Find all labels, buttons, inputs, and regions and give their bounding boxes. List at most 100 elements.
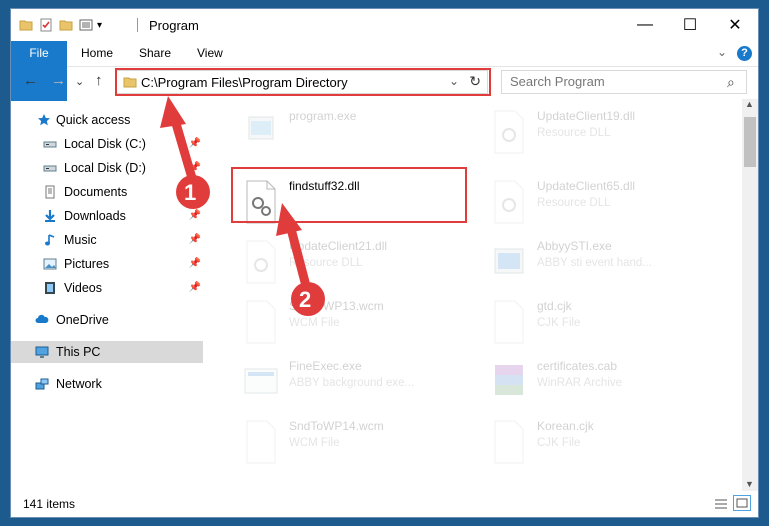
pin-icon: 📌 <box>188 162 201 173</box>
file-item[interactable]: FineExec.exe ABBY background exe... <box>231 349 476 409</box>
sidebar-item-quick-access[interactable]: Quick access <box>11 109 203 131</box>
file-type: ABBY background exe... <box>289 377 415 389</box>
scroll-down-icon[interactable]: ▼ <box>745 479 754 489</box>
file-name: SndToWP14.wcm <box>289 419 384 433</box>
file-type: WCM File <box>289 317 340 329</box>
network-icon <box>35 378 49 390</box>
forward-button[interactable]: → <box>51 72 66 89</box>
videos-icon <box>45 282 55 294</box>
file-type: WCM File <box>289 437 340 449</box>
file-item[interactable]: program.exe <box>231 99 476 159</box>
file-icon <box>494 300 524 344</box>
sidebar-item-music[interactable]: Music 📌 <box>11 229 203 251</box>
dll-icon <box>246 240 276 284</box>
help-icon[interactable]: ? <box>737 46 752 61</box>
sidebar-item-network[interactable]: Network <box>11 373 203 395</box>
drive-icon <box>43 141 57 148</box>
step-1-label: 1 <box>184 180 197 205</box>
file-type: CJK File <box>537 437 581 449</box>
navigation-pane: Quick access Local Disk (C:) 📌 Local Dis… <box>11 99 207 484</box>
file-name: UpdateClient19.dll <box>537 109 636 123</box>
tab-home[interactable]: Home <box>67 41 127 66</box>
sidebar-item-documents[interactable]: Documents 📌 <box>11 181 203 203</box>
file-name: FineExec.exe <box>289 359 362 373</box>
sidebar-item-videos[interactable]: Videos 📌 <box>11 277 203 299</box>
file-name: UpdateClient65.dll <box>537 179 636 193</box>
file-name: gtd.cjk <box>537 299 572 313</box>
quick-access-toolbar: ▾ <box>19 17 102 33</box>
properties-icon[interactable] <box>39 18 53 32</box>
pictures-icon <box>43 258 57 270</box>
sidebar-item-label: Network <box>56 377 102 391</box>
sidebar-item-onedrive[interactable]: OneDrive <box>11 309 203 331</box>
sidebar-item-label: Local Disk (C:) <box>64 137 146 151</box>
dll-icon <box>494 180 524 224</box>
vertical-scrollbar[interactable]: ▲ ▼ <box>742 99 758 491</box>
file-item[interactable]: gtd.cjk CJK File <box>479 289 724 349</box>
close-button[interactable]: ✕ <box>712 9 758 41</box>
recent-locations-button[interactable]: ⌄ <box>75 75 84 88</box>
sidebar-item-label: Music <box>64 233 97 247</box>
sidebar-item-label: Downloads <box>64 209 126 223</box>
details-view-icon[interactable] <box>713 497 729 511</box>
file-type: WinRAR Archive <box>537 377 622 389</box>
file-name: certificates.cab <box>537 359 618 373</box>
file-item[interactable]: SndToWP13.wcm WCM File <box>231 289 476 349</box>
item-count: 141 items <box>23 497 76 511</box>
tab-share[interactable]: Share <box>125 41 185 66</box>
sidebar-item-local-disk-c[interactable]: Local Disk (C:) 📌 <box>11 133 203 155</box>
back-button[interactable]: ← <box>23 72 38 89</box>
file-item[interactable]: UpdateClient65.dll Resource DLL <box>479 169 724 229</box>
large-icons-view-icon[interactable] <box>733 495 751 511</box>
minimize-button[interactable]: — <box>622 9 668 41</box>
cloud-icon <box>35 314 49 323</box>
pin-icon: 📌 <box>188 282 201 293</box>
star-icon <box>38 114 50 126</box>
exe-icon <box>494 248 524 274</box>
drive-icon <box>43 165 57 172</box>
sidebar-item-label: Videos <box>64 281 102 295</box>
file-highlight <box>231 167 467 223</box>
pin-icon: 📌 <box>188 210 201 221</box>
downloads-icon <box>45 210 55 222</box>
sidebar-item-label: OneDrive <box>56 313 109 327</box>
status-bar: 141 items <box>11 493 758 517</box>
file-item[interactable]: AbbyySTI.exe ABBY sti event hand... <box>479 229 724 289</box>
file-item[interactable]: UpdateClient19.dll Resource DLL <box>479 99 724 159</box>
file-type: Resource DLL <box>537 127 611 139</box>
search-icon[interactable]: ⌕ <box>727 74 735 91</box>
window-title: Program <box>149 18 199 33</box>
sidebar-item-label: Local Disk (D:) <box>64 161 146 175</box>
up-button[interactable]: ↑ <box>95 72 103 89</box>
search-input[interactable]: Search Program <box>501 70 747 94</box>
folder-icon[interactable] <box>19 18 33 32</box>
sidebar-item-pictures[interactable]: Pictures 📌 <box>11 253 203 275</box>
sidebar-item-local-disk-d[interactable]: Local Disk (D:) 📌 <box>11 157 203 179</box>
sidebar-item-downloads[interactable]: Downloads 📌 <box>11 205 203 227</box>
file-type: Resource DLL <box>289 257 363 269</box>
file-name: Korean.cjk <box>537 419 594 433</box>
file-item[interactable]: UpdateClient21.dll Resource DLL <box>231 229 476 289</box>
scroll-thumb[interactable] <box>744 117 756 167</box>
sidebar-item-label: Quick access <box>56 113 131 127</box>
file-type: CJK File <box>537 317 581 329</box>
file-name: AbbyySTI.exe <box>537 239 612 253</box>
pin-icon: 📌 <box>188 138 201 149</box>
view-options-icon[interactable] <box>79 18 93 32</box>
sidebar-item-label: This PC <box>56 345 101 359</box>
sidebar-item-this-pc[interactable]: This PC <box>11 341 203 363</box>
file-type: Resource DLL <box>537 197 611 209</box>
tab-view[interactable]: View <box>183 41 237 66</box>
scroll-up-icon[interactable]: ▲ <box>745 99 754 109</box>
expand-ribbon-icon[interactable]: ⌄ <box>717 45 727 59</box>
file-type: ABBY sti event hand... <box>537 257 652 269</box>
new-folder-icon[interactable] <box>59 18 73 32</box>
maximize-button[interactable]: ☐ <box>667 9 713 41</box>
file-item[interactable]: certificates.cab WinRAR Archive <box>479 349 724 409</box>
file-item[interactable]: Korean.cjk CJK File <box>479 409 724 469</box>
file-icon <box>494 420 524 464</box>
file-item[interactable]: SndToWP14.wcm WCM File <box>231 409 476 469</box>
documents-icon <box>45 185 55 199</box>
title-separator <box>137 18 138 32</box>
customize-toolbar-icon[interactable]: ▾ <box>97 20 102 31</box>
